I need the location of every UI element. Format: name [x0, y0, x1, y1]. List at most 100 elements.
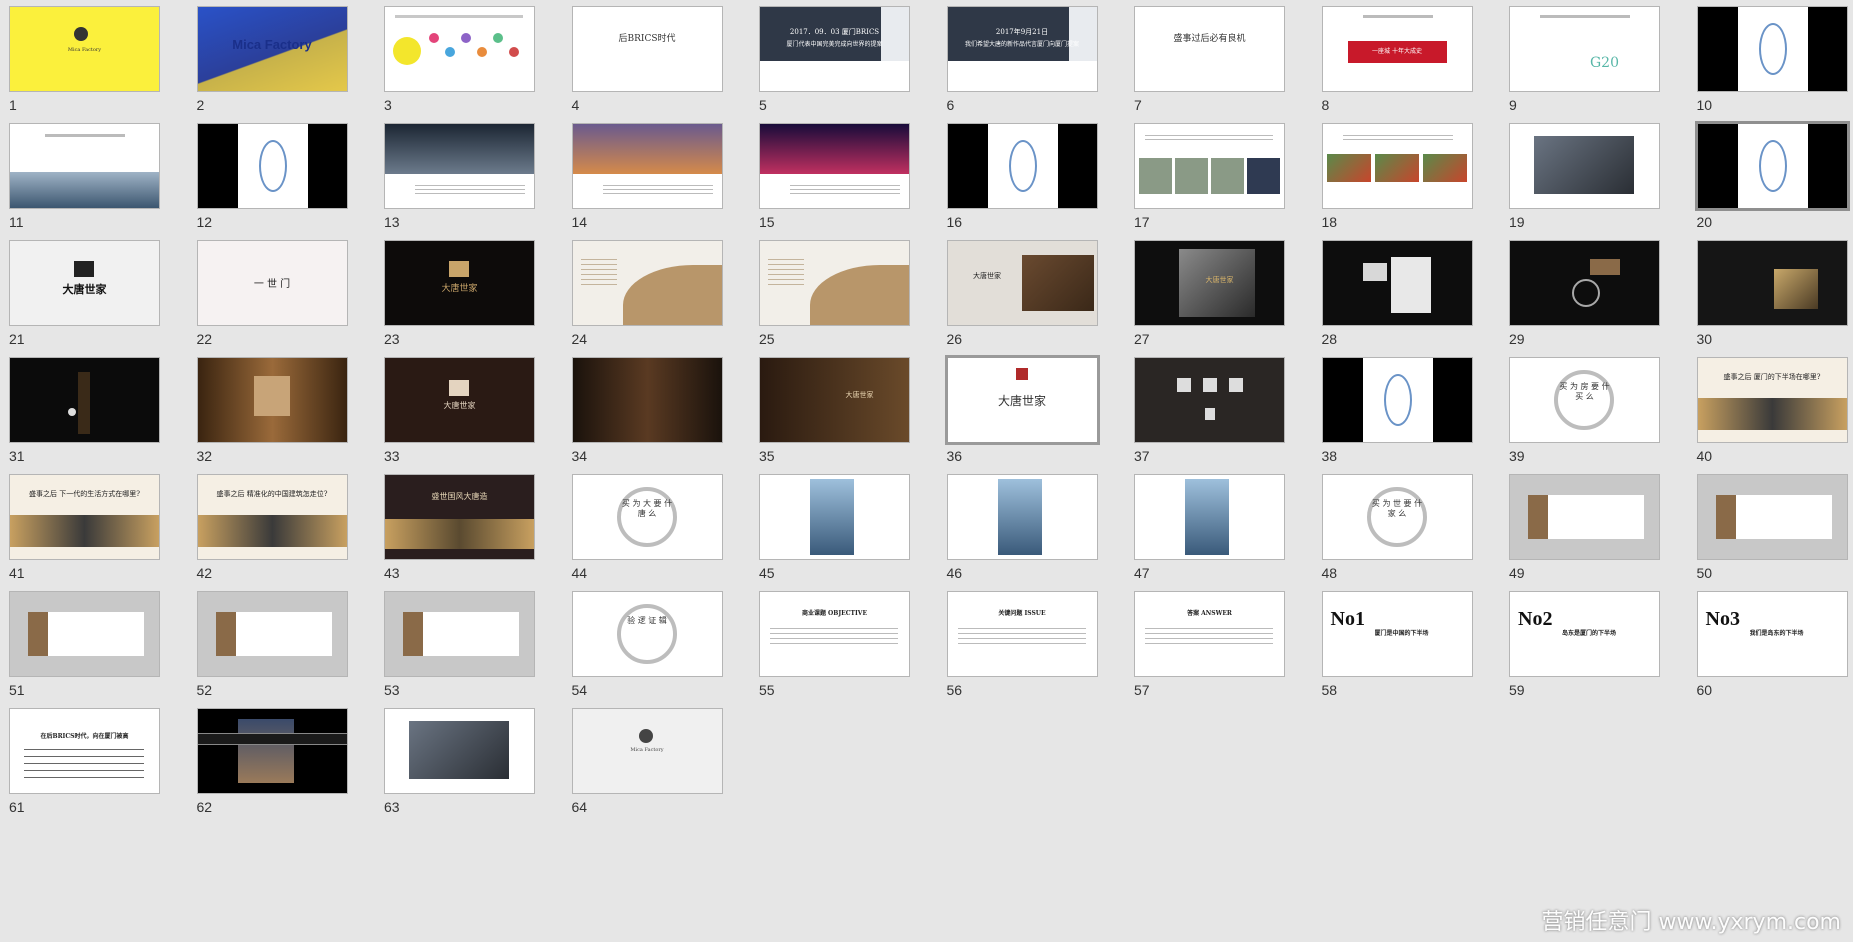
slide-thumbnail[interactable]: 答案 ANSWER 57	[1134, 591, 1285, 706]
slide-preview[interactable]: 大唐世家	[384, 357, 535, 443]
slide-thumbnail[interactable]: 大唐世家 23	[384, 240, 535, 355]
slide-preview[interactable]: No2 岛东是厦门的下半场	[1509, 591, 1660, 677]
slide-preview[interactable]	[1134, 123, 1285, 209]
slide-preview[interactable]	[571, 123, 723, 209]
slide-preview[interactable]	[196, 591, 348, 677]
slide-preview[interactable]	[759, 123, 910, 209]
slide-thumbnail[interactable]: 大唐世家 21	[9, 240, 160, 355]
slide-preview[interactable]: 在后BRICS时代，向在厦门被高	[9, 708, 160, 794]
slide-preview[interactable]	[1509, 240, 1660, 326]
slide-thumbnail[interactable]: 商业课题 OBJECTIVE 55	[759, 591, 910, 706]
slide-thumbnail[interactable]: 18	[1321, 123, 1473, 238]
slide-thumbnail[interactable]: 31	[9, 357, 160, 472]
slide-preview[interactable]: 关键问题 ISSUE	[946, 591, 1098, 677]
slide-thumbnail[interactable]: 16	[946, 123, 1098, 238]
slide-thumbnail[interactable]: 32	[196, 357, 348, 472]
slide-preview[interactable]	[9, 591, 160, 677]
slide-preview[interactable]	[384, 708, 535, 794]
slide-preview[interactable]	[196, 123, 348, 209]
slide-thumbnail[interactable]: 盛事之后 厦门的下半场在哪里? 40	[1696, 357, 1848, 472]
slide-thumbnail[interactable]: 2017．09．03 厦门BRICS 厦门代表中国完美完成向世界的提案 5	[759, 6, 910, 121]
slide-thumbnail[interactable]: 51	[9, 591, 160, 706]
slide-preview[interactable]: No3 我们是岛东的下半场	[1696, 591, 1848, 677]
slide-thumbnail[interactable]: 29	[1509, 240, 1660, 355]
slide-thumbnail[interactable]: 后BRICS时代 4	[571, 6, 723, 121]
slide-preview[interactable]	[1321, 357, 1473, 443]
slide-thumbnail[interactable]: 买 为 房 要 什 买 么 39	[1509, 357, 1660, 472]
slide-thumbnail[interactable]: 一座城 十年大成史 8	[1321, 6, 1473, 121]
slide-preview[interactable]: 盛事过后必有良机	[1134, 6, 1285, 92]
slide-preview[interactable]: Mica Factory	[196, 6, 348, 92]
slide-preview[interactable]: 大唐世家	[384, 240, 535, 326]
slide-thumbnail[interactable]: 47	[1134, 474, 1285, 589]
slide-preview[interactable]	[571, 240, 723, 326]
slide-preview[interactable]	[759, 240, 910, 326]
slide-preview[interactable]: 商业课题 OBJECTIVE	[759, 591, 910, 677]
slide-preview[interactable]: G20	[1509, 6, 1660, 92]
slide-preview[interactable]: 一 世 门	[196, 240, 348, 326]
slide-thumbnail[interactable]: 2017年9月21日 我们希望大唐的新作品代言厦门向厦门提案 6	[946, 6, 1098, 121]
slide-thumbnail[interactable]: 10	[1696, 6, 1848, 121]
slide-thumbnail[interactable]: 63	[384, 708, 535, 823]
slide-thumbnail[interactable]: Mica Factory 1	[9, 6, 160, 121]
slide-thumbnail[interactable]: 50	[1696, 474, 1848, 589]
slide-preview[interactable]	[1321, 240, 1473, 326]
slide-preview[interactable]	[1509, 123, 1660, 209]
slide-preview[interactable]: 买 为 房 要 什 买 么	[1509, 357, 1660, 443]
slide-preview[interactable]	[1696, 240, 1848, 326]
slide-preview[interactable]	[1694, 121, 1850, 211]
slide-preview[interactable]	[9, 123, 160, 209]
slide-thumbnail[interactable]: 盛事之后 精准化的中国建筑怎走位? 42	[196, 474, 348, 589]
slide-thumbnail[interactable]: 53	[384, 591, 535, 706]
slide-preview[interactable]	[384, 591, 535, 677]
slide-thumbnail[interactable]: 12	[196, 123, 348, 238]
slide-preview[interactable]	[9, 357, 160, 443]
slide-thumbnail[interactable]: 45	[759, 474, 910, 589]
slide-preview[interactable]: 盛世国风大唐造	[384, 474, 535, 560]
slide-preview[interactable]: 后BRICS时代	[571, 6, 723, 92]
slide-preview[interactable]	[384, 123, 535, 209]
slide-thumbnail[interactable]: 14	[571, 123, 723, 238]
slide-preview[interactable]	[1134, 357, 1285, 443]
slide-preview[interactable]	[1696, 474, 1848, 560]
slide-thumbnail[interactable]: 3	[384, 6, 535, 121]
slide-thumbnail[interactable]: 盛事过后必有良机 7	[1134, 6, 1285, 121]
slide-preview[interactable]: 盛事之后 精准化的中国建筑怎走位?	[196, 474, 348, 560]
slide-preview[interactable]: 2017年9月21日 我们希望大唐的新作品代言厦门向厦门提案	[946, 6, 1098, 92]
slide-preview[interactable]	[384, 6, 535, 92]
slide-preview[interactable]: 2017．09．03 厦门BRICS 厦门代表中国完美完成向世界的提案	[759, 6, 910, 92]
slide-thumbnail[interactable]: No3 我们是岛东的下半场 60	[1696, 591, 1848, 706]
slide-preview[interactable]: Mica Factory	[9, 6, 160, 92]
slide-thumbnail[interactable]: 一 世 门 22	[196, 240, 348, 355]
slide-thumbnail[interactable]: 大唐世家 33	[384, 357, 535, 472]
slide-preview[interactable]: 大唐世家	[9, 240, 160, 326]
slide-thumbnail[interactable]: 30	[1696, 240, 1848, 355]
slide-preview[interactable]: 盛事之后 厦门的下半场在哪里?	[1696, 357, 1848, 443]
slide-preview[interactable]	[946, 474, 1098, 560]
slide-preview[interactable]: 大唐世家	[944, 355, 1100, 445]
slide-preview[interactable]	[196, 708, 348, 794]
slide-thumbnail[interactable]: 49	[1509, 474, 1660, 589]
slide-thumbnail[interactable]: 验 逻 证 辑 54	[571, 591, 723, 706]
slide-preview[interactable]: No1 厦门是中国的下半场	[1321, 591, 1473, 677]
slide-thumbnail[interactable]: 关键问题 ISSUE 56	[946, 591, 1098, 706]
slide-thumbnail[interactable]: 买 为 大 要 什 唐 么 44	[571, 474, 723, 589]
slide-thumbnail[interactable]: 19	[1509, 123, 1660, 238]
slide-thumbnail[interactable]: 盛事之后 下一代的生活方式在哪里? 41	[9, 474, 160, 589]
slide-preview[interactable]: 大唐世家	[1134, 240, 1285, 326]
slide-preview[interactable]: 盛事之后 下一代的生活方式在哪里?	[9, 474, 160, 560]
slide-thumbnail[interactable]: 大唐世家 36	[944, 355, 1100, 472]
slide-thumbnail[interactable]: 大唐世家 35	[759, 357, 910, 472]
slide-thumbnail[interactable]: 在后BRICS时代，向在厦门被高 61	[9, 708, 160, 823]
slide-thumbnail[interactable]: 52	[196, 591, 348, 706]
slide-preview[interactable]: 买 为 大 要 什 唐 么	[571, 474, 723, 560]
slide-preview[interactable]: 答案 ANSWER	[1134, 591, 1285, 677]
slide-thumbnail[interactable]: 46	[946, 474, 1098, 589]
slide-thumbnail[interactable]: 15	[759, 123, 910, 238]
slide-thumbnail[interactable]: 大唐世家 27	[1134, 240, 1285, 355]
slide-thumbnail[interactable]: 37	[1134, 357, 1285, 472]
slide-thumbnail[interactable]: 11	[9, 123, 160, 238]
slide-preview[interactable]	[1696, 6, 1848, 92]
slide-preview[interactable]: 大唐世家	[759, 357, 910, 443]
slide-thumbnail[interactable]: No2 岛东是厦门的下半场 59	[1509, 591, 1660, 706]
